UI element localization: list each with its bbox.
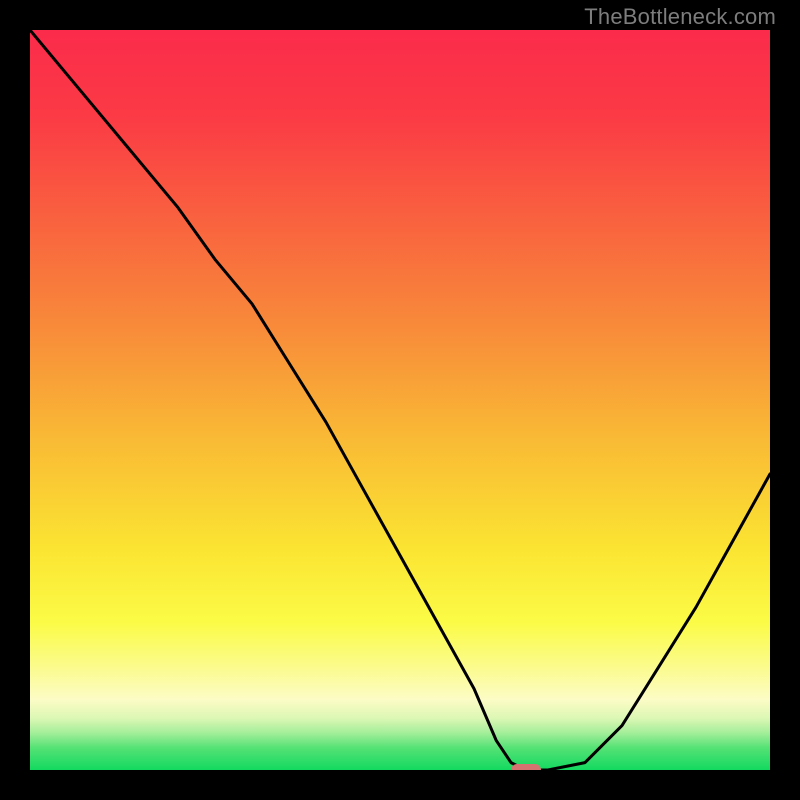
attribution-label: TheBottleneck.com [584, 4, 776, 30]
bottleneck-curve [30, 30, 770, 770]
plot-area [30, 30, 770, 770]
optimal-point-marker [511, 764, 541, 770]
chart-frame: TheBottleneck.com [0, 0, 800, 800]
